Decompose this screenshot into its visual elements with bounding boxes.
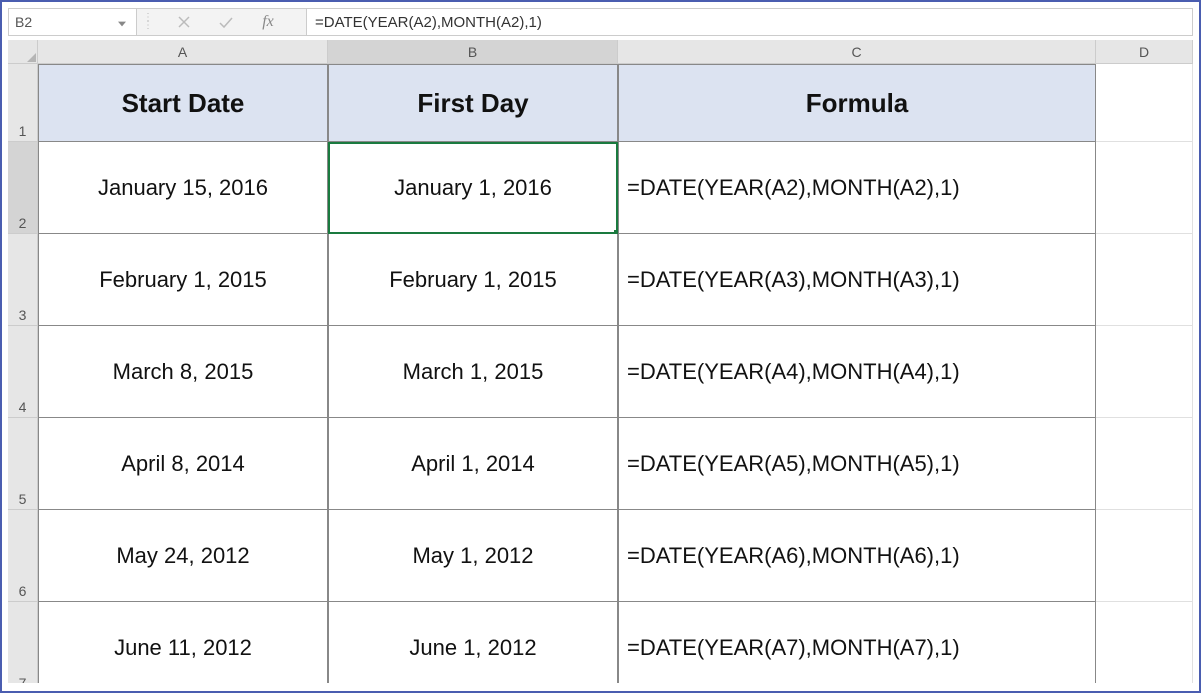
cell-A2[interactable]: January 15, 2016: [38, 142, 328, 234]
cell-C4[interactable]: =DATE(YEAR(A4),MONTH(A4),1): [618, 326, 1096, 418]
cell-A5[interactable]: April 8, 2014: [38, 418, 328, 510]
formula-bar-buttons: ⋮⋮ fx: [137, 9, 307, 35]
cell-B7[interactable]: June 1, 2012: [328, 602, 618, 683]
row-2: 2 January 15, 2016 January 1, 2016 =DATE…: [8, 142, 1193, 234]
window-frame: B2 ⋮⋮ fx =DATE(YEAR(A2),MONTH(A2),1): [0, 0, 1201, 693]
cell-C1[interactable]: Formula: [618, 64, 1096, 142]
cell-D3[interactable]: [1096, 234, 1193, 326]
cell-A7[interactable]: June 11, 2012: [38, 602, 328, 683]
cell-A4[interactable]: March 8, 2015: [38, 326, 328, 418]
cell-B1[interactable]: First Day: [328, 64, 618, 142]
cell-A6[interactable]: May 24, 2012: [38, 510, 328, 602]
grip-icon: ⋮⋮: [143, 14, 153, 30]
row-5: 5 April 8, 2014 April 1, 2014 =DATE(YEAR…: [8, 418, 1193, 510]
cell-D2[interactable]: [1096, 142, 1193, 234]
row-1: 1 Start Date First Day Formula: [8, 64, 1193, 142]
cell-D4[interactable]: [1096, 326, 1193, 418]
cell-B4[interactable]: March 1, 2015: [328, 326, 618, 418]
cell-B2[interactable]: January 1, 2016: [328, 142, 618, 234]
row-6: 6 May 24, 2012 May 1, 2012 =DATE(YEAR(A6…: [8, 510, 1193, 602]
name-box[interactable]: B2: [9, 9, 137, 35]
cell-B3[interactable]: February 1, 2015: [328, 234, 618, 326]
fx-icon[interactable]: fx: [257, 13, 279, 31]
col-header-D[interactable]: D: [1096, 40, 1193, 64]
row-header-7[interactable]: 7: [8, 602, 38, 683]
row-header-5[interactable]: 5: [8, 418, 38, 510]
enter-icon[interactable]: [215, 15, 237, 29]
row-header-1[interactable]: 1: [8, 64, 38, 142]
row-header-2[interactable]: 2: [8, 142, 38, 234]
name-box-dropdown-icon[interactable]: [114, 14, 130, 30]
row-header-3[interactable]: 3: [8, 234, 38, 326]
cancel-icon[interactable]: [173, 15, 195, 29]
cell-A1[interactable]: Start Date: [38, 64, 328, 142]
cell-C5[interactable]: =DATE(YEAR(A5),MONTH(A5),1): [618, 418, 1096, 510]
row-header-4[interactable]: 4: [8, 326, 38, 418]
cell-C2[interactable]: =DATE(YEAR(A2),MONTH(A2),1): [618, 142, 1096, 234]
cell-C3[interactable]: =DATE(YEAR(A3),MONTH(A3),1): [618, 234, 1096, 326]
col-header-C[interactable]: C: [618, 40, 1096, 64]
col-header-A[interactable]: A: [38, 40, 328, 64]
col-header-B[interactable]: B: [328, 40, 618, 64]
cell-D5[interactable]: [1096, 418, 1193, 510]
formula-bar: B2 ⋮⋮ fx =DATE(YEAR(A2),MONTH(A2),1): [8, 8, 1193, 36]
spreadsheet-grid[interactable]: A B C D 1 Start Date First Day Formula 2…: [8, 40, 1193, 683]
row-7: 7 June 11, 2012 June 1, 2012 =DATE(YEAR(…: [8, 602, 1193, 683]
row-header-6[interactable]: 6: [8, 510, 38, 602]
cell-D6[interactable]: [1096, 510, 1193, 602]
row-3: 3 February 1, 2015 February 1, 2015 =DAT…: [8, 234, 1193, 326]
column-headers: A B C D: [8, 40, 1193, 64]
cell-C7[interactable]: =DATE(YEAR(A7),MONTH(A7),1): [618, 602, 1096, 683]
cell-C6[interactable]: =DATE(YEAR(A6),MONTH(A6),1): [618, 510, 1096, 602]
cell-A3[interactable]: February 1, 2015: [38, 234, 328, 326]
row-4: 4 March 8, 2015 March 1, 2015 =DATE(YEAR…: [8, 326, 1193, 418]
cell-D7[interactable]: [1096, 602, 1193, 683]
cell-B5[interactable]: April 1, 2014: [328, 418, 618, 510]
select-all-corner[interactable]: [8, 40, 38, 64]
formula-input[interactable]: =DATE(YEAR(A2),MONTH(A2),1): [307, 9, 1192, 35]
cell-B6[interactable]: May 1, 2012: [328, 510, 618, 602]
cell-D1[interactable]: [1096, 64, 1193, 142]
name-box-value: B2: [15, 14, 114, 30]
formula-text: =DATE(YEAR(A2),MONTH(A2),1): [315, 14, 542, 31]
